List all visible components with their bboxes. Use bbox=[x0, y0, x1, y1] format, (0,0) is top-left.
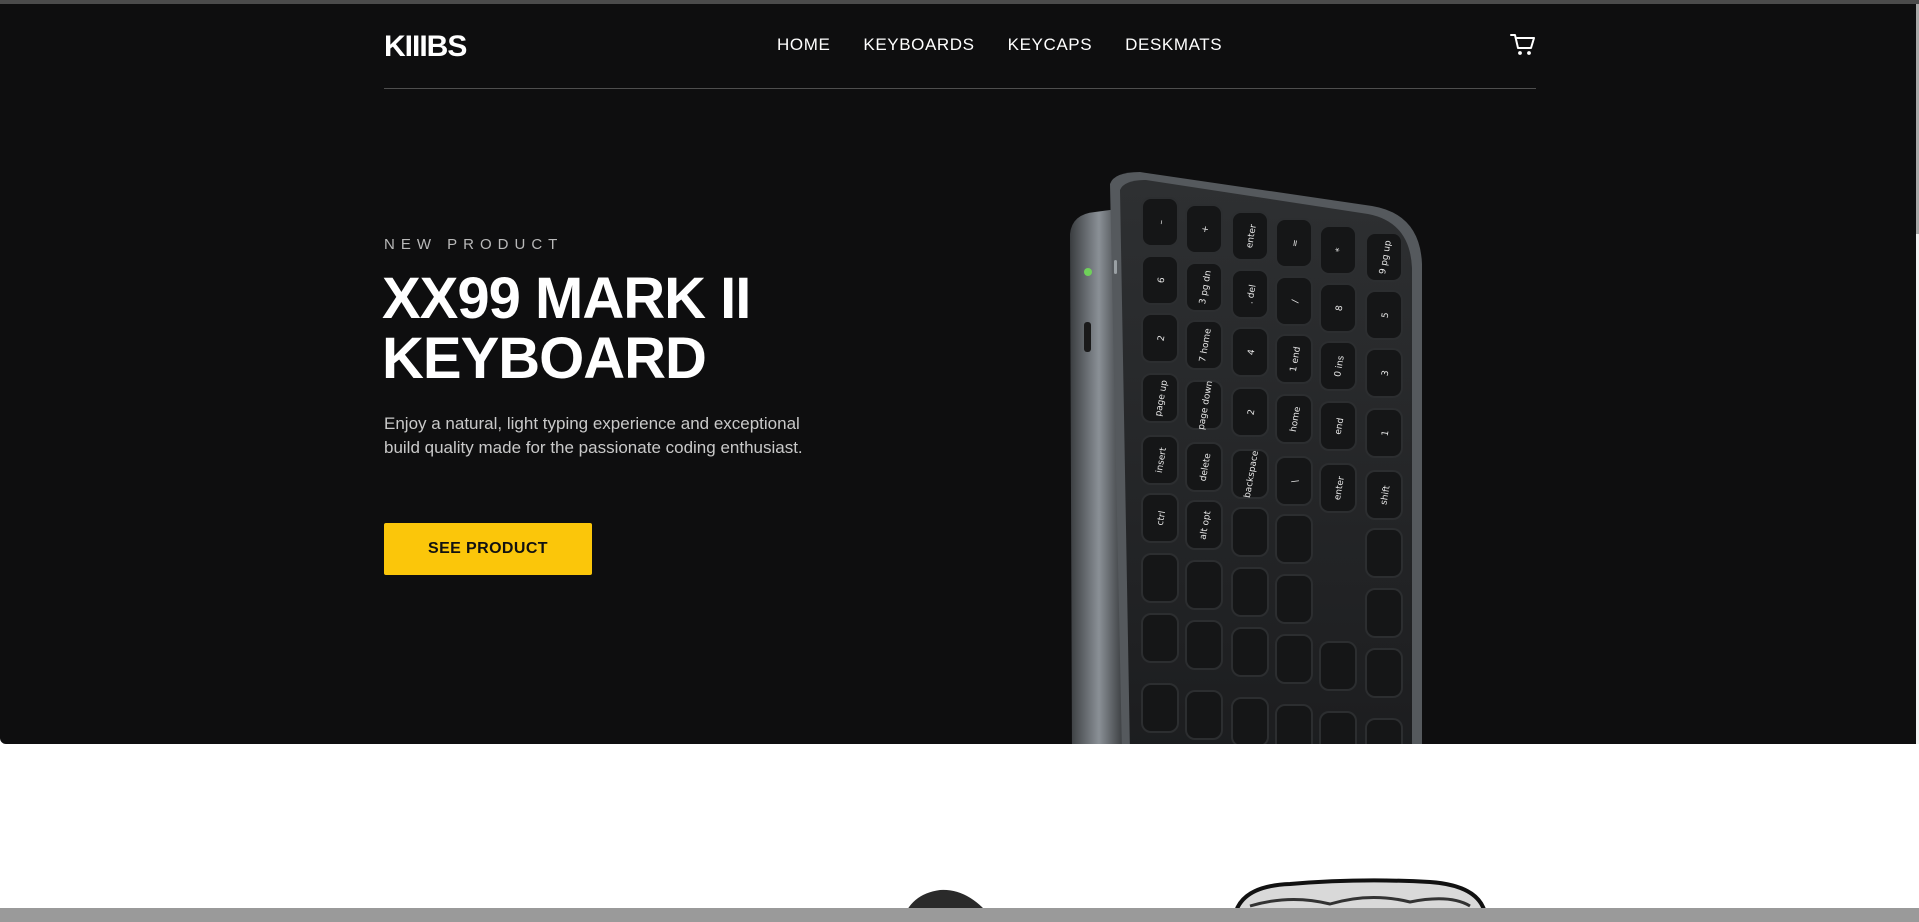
keycap bbox=[1365, 648, 1403, 698]
cart-icon[interactable] bbox=[1510, 33, 1536, 57]
hero-description: Enjoy a natural, light typing experience… bbox=[384, 414, 803, 457]
hero-section: KIIIBS HOME KEYBOARDS KEYCAPS DESKMATS N… bbox=[0, 4, 1916, 744]
nav-keyboards[interactable]: KEYBOARDS bbox=[863, 35, 974, 55]
nav-keycaps[interactable]: KEYCAPS bbox=[1008, 35, 1093, 55]
keycap bbox=[1275, 574, 1313, 624]
hero-eyebrow: NEW PRODUCT bbox=[384, 236, 564, 253]
keycap bbox=[1185, 620, 1223, 670]
header-divider bbox=[384, 88, 1536, 89]
keycap bbox=[1231, 697, 1269, 744]
keycap bbox=[1365, 528, 1403, 578]
nav-deskmats[interactable]: DESKMATS bbox=[1125, 35, 1222, 55]
hero-title: XX99 MARK II KEYBOARD bbox=[382, 266, 751, 391]
page-bottom-strip bbox=[0, 908, 1919, 922]
nav-home[interactable]: HOME bbox=[777, 35, 830, 55]
keycap bbox=[1141, 553, 1179, 603]
keycap bbox=[1365, 718, 1403, 744]
keycap bbox=[1141, 613, 1179, 663]
keycap bbox=[1231, 507, 1269, 557]
brand-logo[interactable]: KIIIBS bbox=[384, 30, 467, 64]
keycap bbox=[1231, 567, 1269, 617]
keycap bbox=[1275, 514, 1313, 564]
keycap bbox=[1319, 711, 1357, 744]
keycap bbox=[1185, 690, 1223, 740]
keycap bbox=[1319, 641, 1357, 691]
keycap bbox=[1185, 560, 1223, 610]
keycap bbox=[1231, 627, 1269, 677]
keycap bbox=[1275, 634, 1313, 684]
keycap bbox=[1365, 588, 1403, 638]
keycap bbox=[1275, 704, 1313, 744]
main-nav: HOME KEYBOARDS KEYCAPS DESKMATS bbox=[777, 35, 1222, 55]
site-header: KIIIBS HOME KEYBOARDS KEYCAPS DESKMATS bbox=[384, 4, 1536, 89]
keyboard-product-image: –+ enter =* 9 pg up6 3 pg dn. del/852 7 home 4… bbox=[1070, 172, 1422, 744]
see-product-button[interactable]: SEE PRODUCT bbox=[384, 523, 592, 575]
keycap bbox=[1141, 683, 1179, 733]
